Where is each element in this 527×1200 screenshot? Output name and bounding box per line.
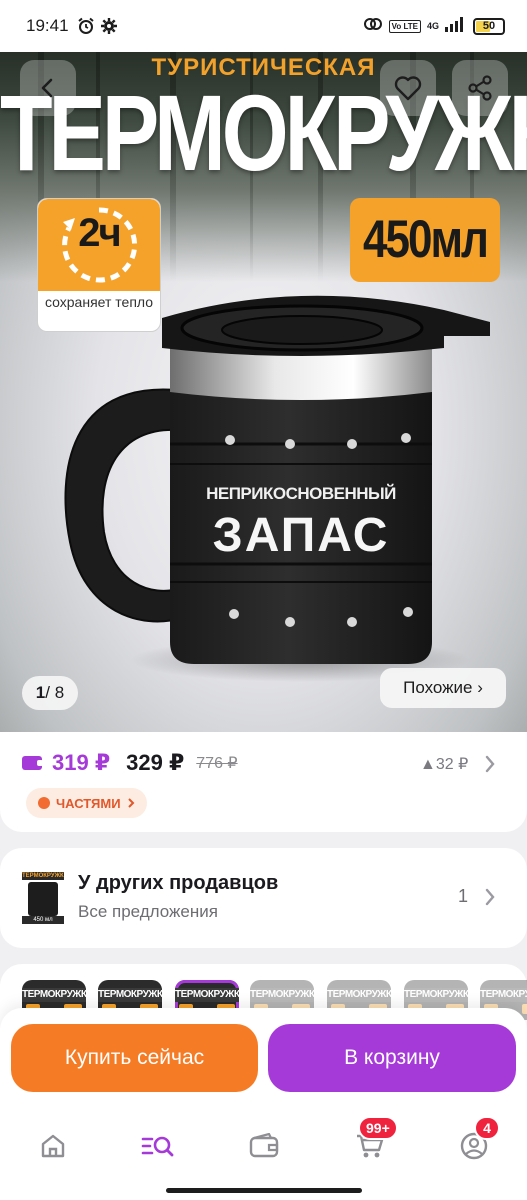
current-price: 329 ₽ (126, 750, 185, 775)
settings-gear-icon (100, 18, 117, 34)
home-icon (41, 1134, 65, 1158)
catalog-search-icon (141, 1136, 174, 1157)
tab-home[interactable] (33, 1126, 73, 1166)
chevron-right-icon (127, 798, 134, 808)
product-screen: 19:41 Vo LTE 4G 50 ТУРИСТИЧЕСКАЯ ТЕРМОКР… (0, 0, 527, 1200)
link-icon (363, 17, 383, 36)
price-card[interactable]: 319 ₽ 329 ₽ 776 ₽ ▲32 ₽ ЧАСТЯМИ (0, 732, 527, 832)
purchase-action-bar: Купить сейчас В корзину (0, 1008, 527, 1104)
cart-count-badge: 99+ (358, 1116, 398, 1140)
wallet-price: 319 ₽ (52, 750, 111, 775)
status-indicators: Vo LTE 4G 50 (363, 16, 505, 37)
similar-button[interactable]: Похожие › (380, 668, 506, 708)
pager-current: 1 (35, 683, 46, 702)
thumb-volume: 450 мл (22, 916, 64, 924)
mug-text-big: ЗАПАС (212, 509, 390, 562)
wallet-icon (249, 1133, 279, 1158)
tab-wallet[interactable] (244, 1126, 284, 1166)
status-bar: 19:41 Vo LTE 4G 50 (0, 0, 527, 52)
image-pager: 1/ 8 (22, 676, 78, 710)
thumb-title: ТЕРМОКРУЖКА (22, 872, 64, 880)
battery-level: 50 (482, 20, 496, 32)
profile-notification-badge: 4 (474, 1116, 500, 1140)
seller-product-thumbnail: ТЕРМОКРУЖКА 450 мл (22, 868, 64, 926)
add-to-cart-button[interactable]: В корзину (268, 1024, 516, 1092)
offers-count: 1 (458, 886, 469, 906)
pie-chart-icon (38, 797, 50, 809)
chevron-right-icon[interactable] (484, 887, 496, 907)
signal-icon (445, 16, 467, 37)
home-indicator[interactable] (166, 1188, 362, 1193)
product-image-gallery[interactable]: ТУРИСТИЧЕСКАЯ ТЕРМОКРУЖКА 2ч сохраняет т… (0, 52, 527, 732)
alarm-icon (77, 17, 95, 35)
other-sellers-card[interactable]: ТЕРМОКРУЖКА 450 мл У других продавцов Вс… (0, 848, 527, 948)
pager-total: 8 (54, 683, 65, 702)
network-type: 4G (426, 21, 439, 31)
old-price: 776 ₽ (196, 755, 238, 772)
other-sellers-title: У других продавцов (78, 872, 279, 894)
mug-illustration (64, 295, 490, 682)
status-time: 19:41 (26, 16, 69, 35)
volte-badge: Vo LTE (388, 19, 421, 33)
pager-separator: / (45, 683, 55, 702)
mug-text-small: НЕПРИКОСНОВЕННЫЙ (206, 484, 396, 503)
price-delta: ▲32 ₽ (420, 756, 469, 773)
all-offers-link[interactable]: Все предложения (78, 902, 218, 922)
buy-now-button[interactable]: Купить сейчас (11, 1024, 258, 1092)
installments-label: ЧАСТЯМИ (56, 795, 121, 811)
installments-chip[interactable]: ЧАСТЯМИ (26, 788, 147, 818)
price-row: 319 ₽ 329 ₽ 776 ₽ (22, 750, 238, 776)
tab-catalog[interactable] (138, 1126, 178, 1166)
chevron-right-icon[interactable] (484, 754, 496, 774)
battery-icon: 50 (473, 17, 505, 35)
wallet-card-icon (22, 756, 43, 770)
bottom-tab-bar: 99+ 4 (0, 1104, 527, 1200)
